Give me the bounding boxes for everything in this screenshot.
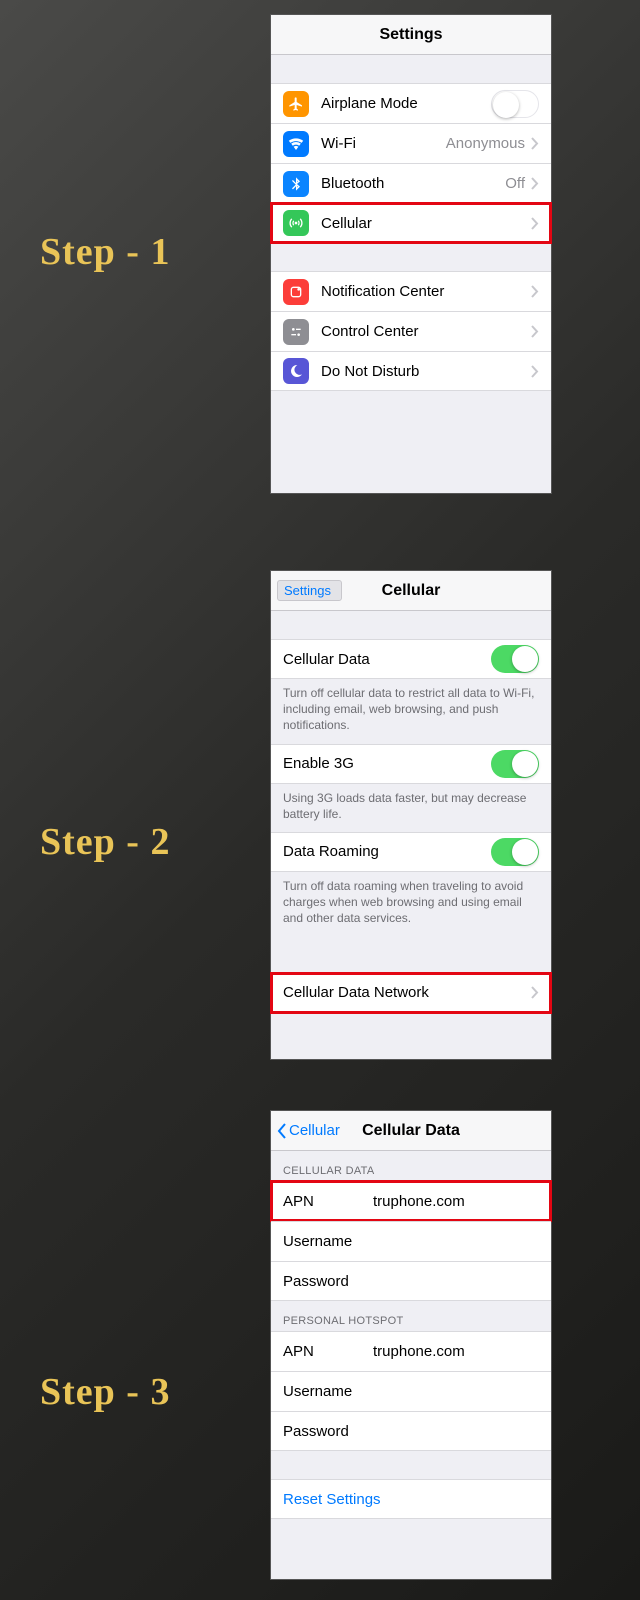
screen-settings: Settings Airplane Mode Wi-Fi Anonymous B… bbox=[270, 14, 552, 494]
enable-3g-label: Enable 3G bbox=[283, 755, 491, 772]
row-data-roaming[interactable]: Data Roaming bbox=[271, 832, 551, 872]
nav-bar: Settings bbox=[271, 15, 551, 55]
nav-bar: Cellular Cellular Data bbox=[271, 1111, 551, 1151]
chevron-icon bbox=[531, 137, 539, 150]
cellular-data-toggle[interactable] bbox=[491, 645, 539, 673]
row-enable-3g[interactable]: Enable 3G bbox=[271, 744, 551, 784]
bluetooth-label: Bluetooth bbox=[321, 175, 505, 192]
password-label: Password bbox=[283, 1273, 373, 1290]
username-label: Username bbox=[283, 1233, 373, 1250]
airplane-icon bbox=[283, 91, 309, 117]
airplane-toggle[interactable] bbox=[491, 90, 539, 118]
row-cellular-data[interactable]: Cellular Data bbox=[271, 639, 551, 679]
step-2-label: Step - 2 bbox=[40, 820, 170, 864]
row-control-center[interactable]: Control Center bbox=[271, 311, 551, 351]
bluetooth-icon bbox=[283, 171, 309, 197]
row-username[interactable]: Username bbox=[271, 1221, 551, 1261]
back-button[interactable]: Settings bbox=[277, 580, 342, 601]
bluetooth-value: Off bbox=[505, 175, 525, 192]
row-do-not-disturb[interactable]: Do Not Disturb bbox=[271, 351, 551, 391]
row-hotspot-password[interactable]: Password bbox=[271, 1411, 551, 1451]
wifi-icon bbox=[283, 131, 309, 157]
screen-cellular-data: Cellular Cellular Data CELLULAR DATA APN… bbox=[270, 1110, 552, 1580]
wifi-value: Anonymous bbox=[446, 135, 525, 152]
cellular-data-label: Cellular Data bbox=[283, 651, 491, 668]
chevron-icon bbox=[531, 325, 539, 338]
row-cellular[interactable]: Cellular bbox=[271, 203, 551, 243]
page-title: Cellular Data bbox=[362, 1122, 460, 1140]
cdn-label: Cellular Data Network bbox=[283, 984, 531, 1001]
row-wifi[interactable]: Wi-Fi Anonymous bbox=[271, 123, 551, 163]
hotspot-apn-value[interactable]: truphone.com bbox=[373, 1343, 539, 1360]
row-bluetooth[interactable]: Bluetooth Off bbox=[271, 163, 551, 203]
cellular-label: Cellular bbox=[321, 215, 531, 232]
row-airplane-mode[interactable]: Airplane Mode bbox=[271, 83, 551, 123]
apn-label: APN bbox=[283, 1193, 373, 1210]
cellular-icon bbox=[283, 210, 309, 236]
chevron-left-icon bbox=[277, 1123, 287, 1139]
group-personal-hotspot: PERSONAL HOTSPOT bbox=[271, 1301, 551, 1331]
hotspot-username-label: Username bbox=[283, 1383, 373, 1400]
chevron-icon bbox=[531, 986, 539, 999]
data-roaming-desc: Turn off data roaming when traveling to … bbox=[271, 872, 551, 937]
back-label: Cellular bbox=[289, 1122, 340, 1139]
row-reset-settings[interactable]: Reset Settings bbox=[271, 1479, 551, 1519]
moon-icon bbox=[283, 358, 309, 384]
step-3-label: Step - 3 bbox=[40, 1370, 170, 1414]
wifi-label: Wi-Fi bbox=[321, 135, 446, 152]
page-title: Settings bbox=[379, 26, 442, 44]
apn-value[interactable]: truphone.com bbox=[373, 1193, 539, 1210]
group-cellular-data: CELLULAR DATA bbox=[271, 1151, 551, 1181]
dnd-label: Do Not Disturb bbox=[321, 363, 531, 380]
data-roaming-label: Data Roaming bbox=[283, 843, 491, 860]
enable-3g-toggle[interactable] bbox=[491, 750, 539, 778]
row-apn[interactable]: APN truphone.com bbox=[271, 1181, 551, 1221]
row-password[interactable]: Password bbox=[271, 1261, 551, 1301]
chevron-icon bbox=[531, 365, 539, 378]
notification-label: Notification Center bbox=[321, 283, 531, 300]
row-hotspot-username[interactable]: Username bbox=[271, 1371, 551, 1411]
control-center-icon bbox=[283, 319, 309, 345]
airplane-label: Airplane Mode bbox=[321, 95, 491, 112]
row-cellular-data-network[interactable]: Cellular Data Network bbox=[271, 973, 551, 1013]
enable-3g-desc: Using 3G loads data faster, but may decr… bbox=[271, 784, 551, 832]
hotspot-password-label: Password bbox=[283, 1423, 373, 1440]
control-center-label: Control Center bbox=[321, 323, 531, 340]
row-notification-center[interactable]: Notification Center bbox=[271, 271, 551, 311]
hotspot-apn-label: APN bbox=[283, 1343, 373, 1360]
page-title: Cellular bbox=[382, 582, 441, 600]
step-1-label: Step - 1 bbox=[40, 230, 170, 274]
cellular-data-desc: Turn off cellular data to restrict all d… bbox=[271, 679, 551, 744]
chevron-icon bbox=[531, 177, 539, 190]
screen-cellular: Settings Cellular Cellular Data Turn off… bbox=[270, 570, 552, 1060]
chevron-icon bbox=[531, 285, 539, 298]
notification-icon bbox=[283, 279, 309, 305]
reset-settings-link[interactable]: Reset Settings bbox=[283, 1491, 381, 1508]
back-button[interactable]: Cellular bbox=[277, 1122, 340, 1139]
chevron-icon bbox=[531, 217, 539, 230]
data-roaming-toggle[interactable] bbox=[491, 838, 539, 866]
row-hotspot-apn[interactable]: APN truphone.com bbox=[271, 1331, 551, 1371]
nav-bar: Settings Cellular bbox=[271, 571, 551, 611]
